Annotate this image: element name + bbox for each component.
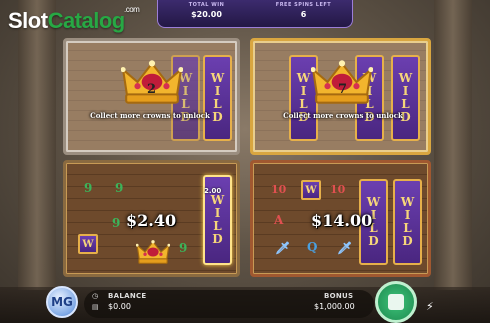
provider-avatar-button[interactable]: MG [46,286,78,318]
total-win-display: TOTAL WIN $20.00 [158,0,255,27]
stop-icon [388,294,404,310]
symbol-nine: 9 [179,241,188,255]
unlock-message: Collect more crowns to unlock [283,111,403,120]
reel-panel-bottom-left: 9 9 9 9 W WILD 2.00 $2.40 [63,160,240,277]
bonus-label: BONUS [324,292,354,300]
symbol-nine: 9 [112,216,121,230]
wild-symbol: WILD [391,55,420,141]
wild-symbol: WILD [393,179,422,265]
background-pillar-left [18,0,56,290]
balance-value: $0.00 [108,302,131,311]
free-spins-value: 6 [300,10,307,19]
w-symbol: W [301,180,321,200]
reel-panel-bottom-right: 10 10 W A Q 🗡 🗡 WILD WILD $14.00 [250,160,431,277]
panel-win-amount: $14.00 [311,211,373,230]
bonus-value: $1,000.00 [314,302,355,311]
spin-button[interactable] [375,281,417,323]
free-spins-display: FREE SPINS LEFT 6 [255,0,352,27]
wild-win-amount: 2.00 [204,187,222,195]
wild-symbol: WILD [203,55,232,141]
sword-icon: 🗡 [275,241,291,255]
sword-icon: 🗡 [337,241,353,255]
w-symbol: W [78,234,98,254]
background-pillar-right [434,0,472,290]
symbol-nine: 9 [115,181,124,195]
symbol-ten: 10 [271,183,287,196]
wallet-icon: ▤ [92,303,99,311]
free-spins-label: FREE SPINS LEFT [275,2,332,8]
symbol-ten: 10 [330,183,346,196]
locked-reel-panel-top-right: WILD WILD WILD 7 Collect more crowns to … [250,38,431,155]
locked-reel-panel-top-left: WILD WILD 2 Collect more crowns to unloc… [63,38,240,155]
unlock-message: Collect more crowns to unlock [90,111,210,120]
balance-label: BALANCE [108,292,147,300]
win-info-bar: TOTAL WIN $20.00 FREE SPINS LEFT 6 [157,0,353,28]
symbol-a: A [274,213,284,227]
crown-counter: 7 [338,82,348,97]
symbol-q: Q [307,240,318,254]
total-win-label: TOTAL WIN [188,2,225,8]
clock-icon: ◷ [92,292,99,300]
slotcatalog-logo: SlotCatalog .com [8,5,140,33]
turbo-bolt-icon[interactable]: ⚡ [426,300,434,313]
total-win-value: $20.00 [191,10,222,19]
crown-counter: 2 [147,82,157,97]
crown-icon [136,239,170,265]
symbol-nine: 9 [84,181,93,195]
panel-win-amount: $2.40 [126,211,177,230]
